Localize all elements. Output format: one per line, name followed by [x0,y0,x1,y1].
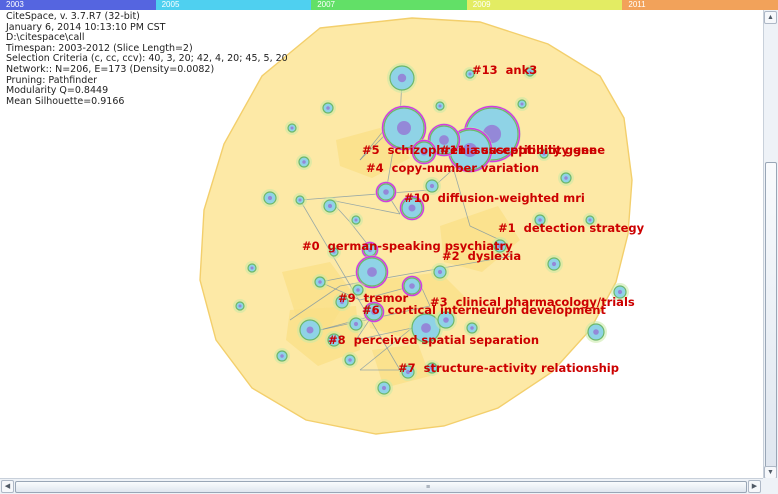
timeline-year-label: 2003 [6,0,24,9]
citation-node-core [470,326,474,330]
cluster-id: #6 [362,303,380,317]
timeline-segment: 2009 [466,0,623,10]
cluster-id: #2 [442,249,460,263]
timeline-year-label: 2005 [161,0,180,9]
citation-node-core [298,198,302,202]
citation-node-core [520,102,524,106]
citation-node-core [348,358,352,362]
scroll-left-button[interactable]: ◀ [1,480,14,493]
cluster-label: #5 schizophrenia susceptibility gene [362,143,605,157]
cluster-name: detection strategy [524,221,645,235]
timeline-segment: 2003 [0,0,156,10]
timeline-year-label: 2007 [317,0,335,9]
citation-node-core [397,121,411,135]
arrow-right-icon: ▶ [751,483,758,490]
cluster-id: #1 [498,221,516,235]
citation-node-core [306,326,314,334]
cluster-id: #4 [366,161,384,175]
horizontal-scroll-thumb[interactable]: ≡ [15,481,747,493]
citation-node-core [280,354,284,358]
citation-node-core [318,280,322,284]
vertical-scroll-thumb[interactable] [765,162,777,472]
citation-node-core [421,323,431,333]
app-version-text: CiteSpace, v. 3.7.R7 (32-bit) [6,11,140,22]
cluster-label: #8 perceived spatial separation [328,333,539,347]
citation-node-core [443,317,449,323]
citation-node-core [564,176,568,180]
citation-node-core [381,385,387,391]
citation-node-core [408,204,416,212]
citation-node-core [302,160,306,164]
cluster-label: #6 cortical interneuron development [362,303,606,317]
timeline-segment: 2005 [155,0,312,10]
timeline-year-label: 2009 [472,0,491,9]
cluster-name: structure-activity relationship [424,361,619,375]
cluster-id: #13 [472,63,498,77]
citation-node-core [356,288,360,292]
grip-icon: ≡ [426,484,431,491]
cluster-name: perceived spatial separation [354,333,539,347]
cluster-name: schizophrenia susceptibility gene [388,143,606,157]
citation-node-core [617,289,623,295]
citation-node-core [290,126,294,130]
vertical-scrollbar[interactable]: ▲ ▼ [763,10,778,480]
citation-node-core [551,261,557,267]
citation-node-core [429,183,435,189]
citation-node-core [327,203,333,209]
arrow-down-icon: ▼ [767,469,774,476]
citation-node-core [593,329,599,335]
citation-node-core [238,304,242,308]
scroll-right-button[interactable]: ▶ [748,480,761,493]
cluster-id: #0 [302,239,320,253]
citation-node-core [437,269,443,275]
network-canvas[interactable]: #13 ank3 #11 susceptibility gene #5 schizophr… [0,10,762,478]
cluster-name: cortical interneuron development [388,303,607,317]
citation-node-core [250,266,254,270]
scrollbar-corner [763,478,778,494]
network-stats-text: Network:: N=206, E=173 (Density=0.0082) [6,63,215,75]
citation-node-core [354,218,358,222]
citation-node-core [409,283,415,289]
cluster-id: #9 [338,291,356,305]
timeline-year-label: 2011 [628,0,646,9]
cluster-id: #8 [328,333,346,347]
citation-node-core [438,104,442,108]
cluster-id: #10 [404,191,430,205]
cluster-name: copy-number variation [392,161,539,175]
cluster-label: #4 copy-number variation [366,161,539,175]
timeline-segment: 2007 [311,0,467,10]
citation-node-core [367,267,377,277]
timeline-segment: 2011 [622,0,778,10]
citation-node-core [326,106,330,110]
cluster-name: ank3 [506,63,538,77]
citation-node-core [383,189,389,195]
cluster-id: #7 [398,361,416,375]
arrow-left-icon: ◀ [4,483,11,490]
horizontal-scrollbar[interactable]: ◀ ≡ ▶ [0,478,763,494]
scroll-up-button[interactable]: ▲ [764,11,777,24]
cluster-id: #5 [362,143,380,157]
citation-node-core [267,195,273,201]
cluster-name: diffusion-weighted mri [438,191,585,205]
cluster-name: dyslexia [468,249,521,263]
cluster-label: #2 dyslexia [442,249,521,263]
silhouette-text: Mean Silhouette=0.9166 [6,95,125,107]
citation-node-core [397,73,407,83]
arrow-up-icon: ▲ [767,14,774,21]
network-summary-panel: CiteSpace, v. 3.7.R7 (32-bit) January 6,… [6,11,288,107]
citation-node-core [353,321,359,327]
cluster-label: #7 structure-activity relationship [398,361,619,375]
timeline-bar: 2003 2005 2007 2009 2011 [0,0,778,10]
